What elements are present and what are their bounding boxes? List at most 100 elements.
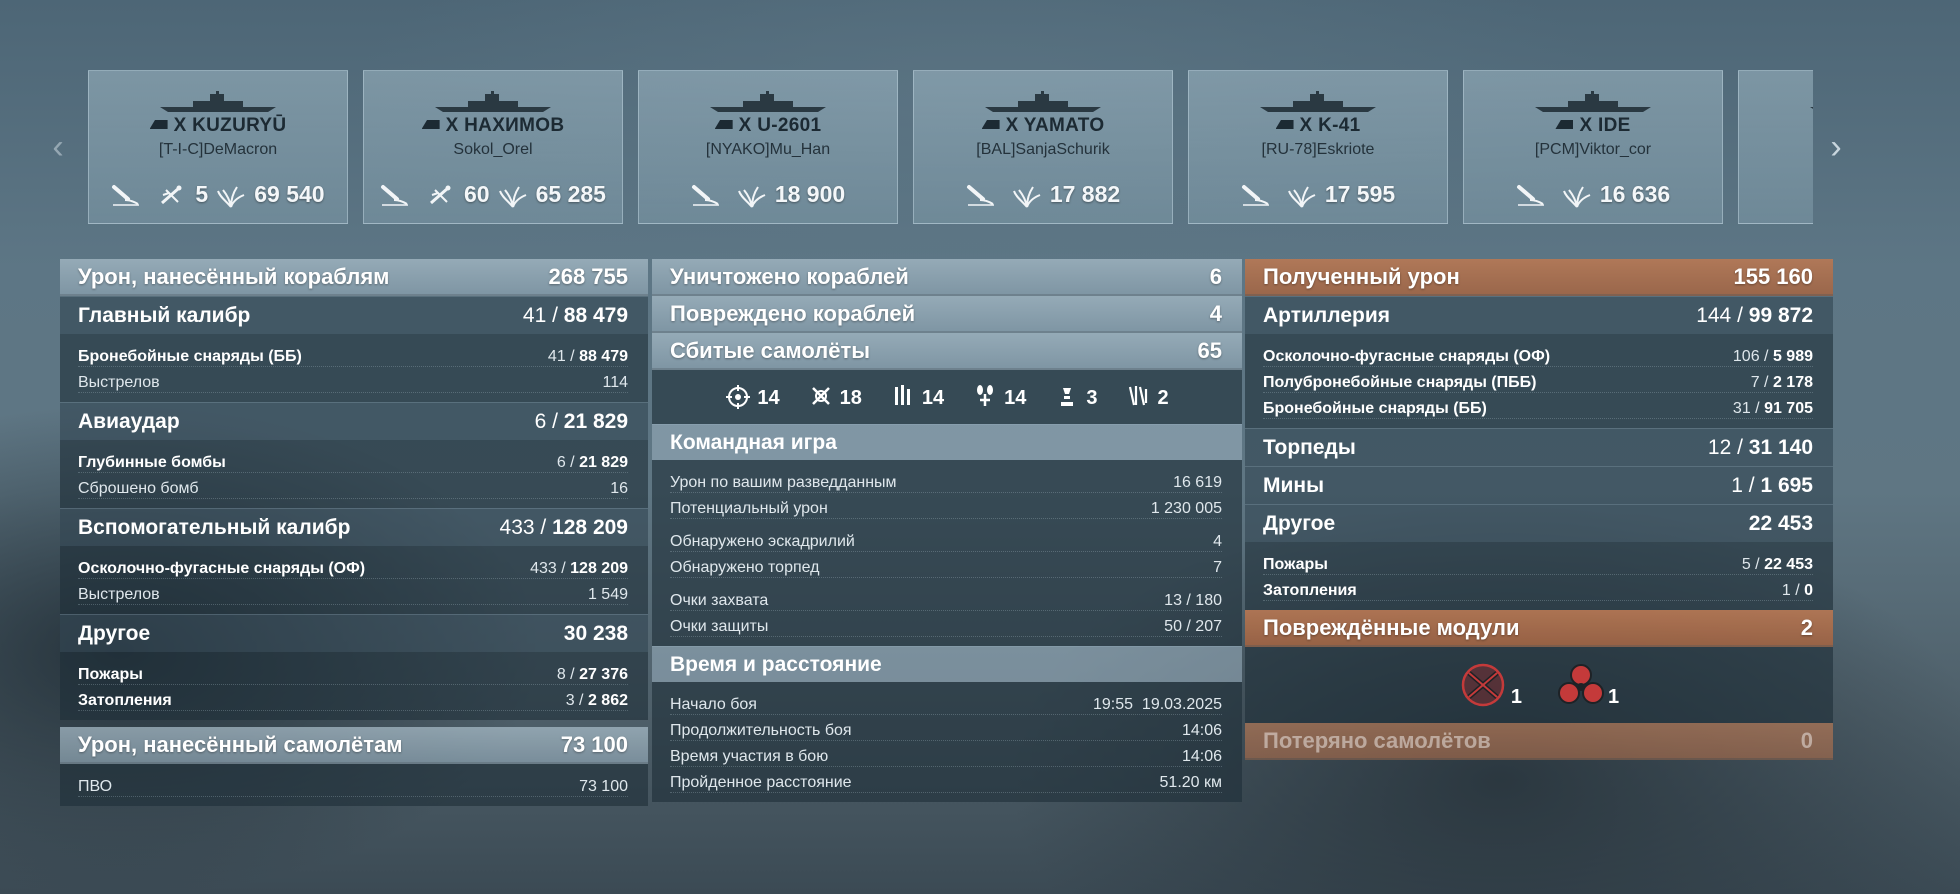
- flooding-received-row: Затопления 1 / 0: [1263, 575, 1813, 601]
- damage-icon: [737, 181, 767, 209]
- scroll-right-arrow-icon[interactable]: ›: [1824, 130, 1848, 164]
- depth-charges-row: Глубинные бомбы 6 / 21 829: [78, 447, 628, 473]
- spotting-damage-row: Урон по вашим разведданным 16 619: [670, 467, 1222, 493]
- planes-shot-value: 65: [1197, 337, 1222, 363]
- other-row: Другое 30 238: [60, 614, 648, 652]
- ship-card[interactable]: X YAMATO [BAL]SanjaSchurik 17 882: [913, 70, 1173, 224]
- achievements-panel: Уничтожено кораблей 6 Повреждено корабле…: [652, 259, 1242, 802]
- dealt-damage-panel: Урон, нанесённый кораблям 268 755 Главны…: [60, 259, 648, 806]
- ship-card[interactable]: X KUZURYŪ [T-I-C]DeMacron 5 69 540: [88, 70, 348, 224]
- planes-shot-label: Сбитые самолёты: [670, 337, 871, 363]
- ship-stats: [1739, 181, 1813, 209]
- damaged-modules-row: 1 1: [1245, 647, 1833, 723]
- distance-row: Пройденное расстояние 51.20 км: [670, 767, 1222, 793]
- lost-planes-label: Потеряно самолётов: [1263, 727, 1491, 753]
- torpedo-hit-icon: [1241, 181, 1271, 209]
- secondary-shots-row: Выстрелов 1 549: [78, 579, 628, 605]
- steering-module-stat: 1: [1459, 661, 1522, 709]
- fires-received-row: Пожары 5 / 22 453: [1263, 549, 1813, 575]
- torpedo-hit-icon: [966, 181, 996, 209]
- damaged-modules-header: Повреждённые модули 2: [1245, 610, 1833, 647]
- airstrike-row: Авиаудар 6 / 21 829: [60, 402, 648, 440]
- ship-silhouette-icon: [1535, 91, 1651, 112]
- he-shells-row: Осколочно-фугасные снаряды (ОФ) 433 / 128…: [78, 553, 628, 579]
- planes-shot-header: Сбитые самолёты 65: [652, 333, 1242, 370]
- destroyed-value: 6: [1209, 263, 1222, 289]
- consumable-plane-stat: 3: [1054, 384, 1098, 410]
- plane-damage-value: 73 100: [560, 731, 628, 757]
- battle-duration-row: Продолжительность боя 14:06: [670, 715, 1222, 741]
- ship-card[interactable]: odi: [1738, 70, 1813, 224]
- torpedoes-received-row: Торпеды 12 / 31 140: [1245, 428, 1833, 466]
- ship-stat-value: 69 540: [254, 181, 325, 208]
- received-damage-header: Полученный урон 155 160: [1245, 259, 1833, 296]
- received-damage-label: Полученный урон: [1263, 263, 1460, 289]
- ship-stats: 17 882: [914, 181, 1172, 209]
- torpedoes-label: Торпеды: [1263, 435, 1356, 459]
- plane-shot-icon: [426, 181, 456, 209]
- mines-received-row: Мины 1 / 1 695: [1245, 466, 1833, 504]
- torpedo-bomber-icon: [894, 385, 910, 405]
- participation-time-row: Время участия в бою 14:06: [670, 741, 1222, 767]
- damage-icon: [498, 181, 528, 209]
- ship-name: X U-2601: [639, 115, 897, 137]
- time-distance-details: Начало боя 19:55 19.03.2025 Продолжительн…: [652, 682, 1242, 802]
- secondary-details: Осколочно-фугасные снаряды (ОФ) 433 / 128…: [60, 546, 648, 614]
- ship-stat-value: 16 636: [1599, 181, 1671, 208]
- ship-damage-value: 268 755: [548, 263, 628, 289]
- scroll-left-arrow-icon[interactable]: ‹: [46, 130, 70, 164]
- battle-start-row: Начало боя 19:55 19.03.2025: [670, 689, 1222, 715]
- ship-silhouette-icon: [1260, 91, 1376, 112]
- received-damage-panel: Полученный урон 155 160 Артиллерия 144 /…: [1245, 259, 1833, 760]
- ship-stats: 18 900: [639, 181, 897, 209]
- ship-name: X IDE: [1464, 115, 1722, 137]
- main-caliber-details: Бронебойные снаряды (ББ) 41 / 88 479 Выст…: [60, 334, 648, 402]
- secondary-row: Вспомогательный калибр 433 / 128 209: [60, 508, 648, 546]
- damaged-ships-header: Повреждено кораблей 4: [652, 296, 1242, 333]
- other-received-row: Другое 22 453: [1245, 504, 1833, 542]
- torpedo-hit-icon: [380, 181, 410, 209]
- player-name: [BAL]SanjaSchurik: [976, 141, 1110, 158]
- ship-card[interactable]: X K-41 [RU-78]Eskriote 17 595: [1188, 70, 1448, 224]
- airstrike-label: Авиаудар: [78, 409, 180, 433]
- plane-types-row: 14 18 14 14 3 2: [652, 370, 1242, 424]
- torpedo-hit-icon: [111, 181, 141, 209]
- mines-label: Мины: [1263, 473, 1325, 497]
- nation-flag-icon: [149, 120, 168, 129]
- ap-received-row: Бронебойные снаряды (ББ) 31 / 91 705: [1263, 393, 1813, 419]
- ship-stats: 5 69 540: [89, 181, 347, 209]
- nation-flag-icon: [714, 120, 733, 129]
- ship-card[interactable]: X U-2601 [NYAKO]Mu_Han 18 900: [638, 70, 898, 224]
- player-name: [PCM]Viktor_cor: [1534, 141, 1652, 158]
- ship-silhouette-icon: [435, 91, 551, 112]
- player-name: Sokol_Orel: [453, 141, 533, 158]
- nation-flag-icon: [1275, 120, 1294, 129]
- ship-name: X НАХИМОВ: [364, 115, 622, 137]
- destroyed-ships-header: Уничтожено кораблей 6: [652, 259, 1242, 296]
- bombs-dropped-row: Сброшено бомб 16: [78, 473, 628, 499]
- teamplay-label: Командная игра: [670, 430, 837, 454]
- ship-silhouette-icon: [710, 91, 826, 112]
- damaged-value: 4: [1209, 300, 1222, 326]
- attack-aircraft-icon: [811, 387, 830, 405]
- flooding-row: Затопления 3 / 2 862: [78, 685, 628, 711]
- ship-card[interactable]: X IDE [PCM]Viktor_cor 16 636: [1463, 70, 1723, 224]
- potential-damage-row: Потенциальный урон 1 230 005: [670, 493, 1222, 519]
- bomber-icon: [977, 385, 994, 406]
- mines-value: 1 / 1 695: [1731, 473, 1813, 497]
- damage-icon: [1012, 181, 1042, 209]
- capture-points-row: Очки захвата 13 / 180: [670, 585, 1222, 611]
- damage-icon: [1287, 181, 1317, 209]
- shots-row: Выстрелов 114: [78, 367, 628, 393]
- secondary-value: 433 / 128 209: [499, 515, 628, 539]
- lost-planes-value: 0: [1800, 727, 1813, 753]
- fires-row: Пожары 8 / 27 376: [78, 659, 628, 685]
- spotter-plane-icon: [1128, 386, 1147, 406]
- sap-received-row: Полубронебойные снаряды (ПББ) 7 / 2 178: [1263, 367, 1813, 393]
- crosshair-icon: [726, 385, 751, 409]
- torpedo-hit-icon: [691, 181, 721, 209]
- other-received-label: Другое: [1263, 511, 1336, 535]
- ship-card[interactable]: X НАХИМОВ Sokol_Orel 60 65 285: [363, 70, 623, 224]
- ship-damage-label: Урон, нанесённый кораблям: [78, 263, 390, 289]
- squadrons-spotted-row: Обнаружено эскадрилий 4: [670, 526, 1222, 552]
